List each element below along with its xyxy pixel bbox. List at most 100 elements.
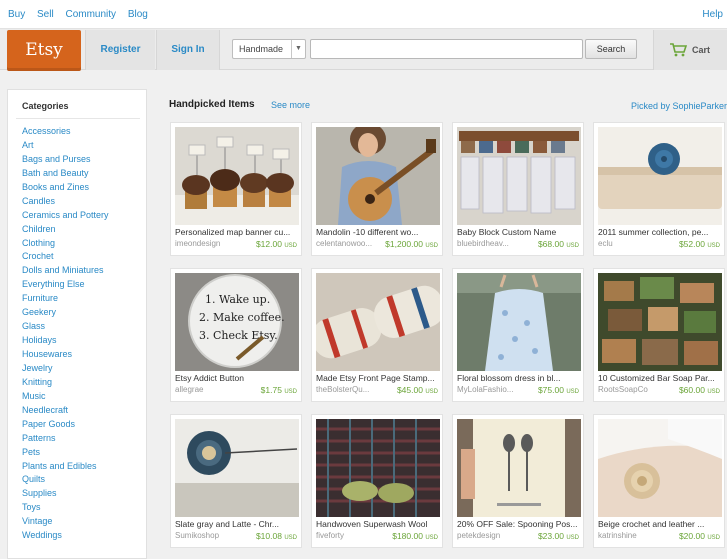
- item-card[interactable]: Mandolin -10 different wo... celentanowo…: [311, 122, 443, 256]
- item-card[interactable]: Handwoven Superwash Wool fiveforty $180.…: [311, 414, 443, 548]
- register-button[interactable]: Register: [85, 30, 155, 70]
- item-card[interactable]: Baby Block Custom Name bluebirdheav... $…: [452, 122, 584, 256]
- item-photo[interactable]: [316, 127, 440, 225]
- item-shop[interactable]: bluebirdheav...: [457, 239, 521, 248]
- item-photo[interactable]: 1. Wake up. 2. Make coffee. 3. Check Ets…: [175, 273, 299, 371]
- chevron-down-icon[interactable]: ▼: [291, 40, 305, 58]
- price-value: $20.00: [678, 531, 705, 541]
- item-photo[interactable]: [316, 273, 440, 371]
- item-shop[interactable]: eclu: [598, 239, 662, 248]
- etsy-logo[interactable]: Etsy: [7, 30, 81, 71]
- category-link[interactable]: Jewelry: [22, 363, 109, 377]
- item-photo[interactable]: [175, 127, 299, 225]
- item-shop[interactable]: theBolsterQu...: [316, 385, 380, 394]
- category-link[interactable]: Bags and Purses: [22, 154, 109, 168]
- item-card[interactable]: Slate gray and Latte - Chr... Sumikoshop…: [170, 414, 302, 548]
- category-select[interactable]: Handmade ▼: [232, 39, 306, 59]
- price-value: $12.00: [255, 239, 282, 249]
- nav-sell-link[interactable]: Sell: [37, 9, 54, 20]
- item-photo[interactable]: [598, 273, 722, 371]
- cart-button[interactable]: Cart: [653, 30, 727, 70]
- search-input[interactable]: [310, 39, 583, 59]
- item-title[interactable]: Personalized map banner cu...: [175, 227, 300, 237]
- category-link[interactable]: Patterns: [22, 433, 109, 447]
- item-card[interactable]: 2011 summer collection, pe... eclu $52.0…: [593, 122, 725, 256]
- category-link[interactable]: Crochet: [22, 251, 109, 265]
- item-price: $45.00 USD: [397, 385, 438, 395]
- item-title[interactable]: Made Etsy Front Page Stamp...: [316, 373, 441, 383]
- category-link[interactable]: Glass: [22, 321, 109, 335]
- category-link[interactable]: Vintage: [22, 516, 109, 530]
- item-card[interactable]: 20% OFF Sale: Spooning Pos... petekdesig…: [452, 414, 584, 548]
- category-link[interactable]: Clothing: [22, 238, 109, 252]
- item-shop[interactable]: allegrae: [175, 385, 239, 394]
- category-link[interactable]: Paper Goods: [22, 419, 109, 433]
- category-link[interactable]: Supplies: [22, 488, 109, 502]
- item-card[interactable]: Made Etsy Front Page Stamp... theBolster…: [311, 268, 443, 402]
- nav-buy-link[interactable]: Buy: [8, 9, 25, 20]
- item-title[interactable]: Baby Block Custom Name: [457, 227, 582, 237]
- item-title[interactable]: Handwoven Superwash Wool: [316, 519, 441, 529]
- item-card[interactable]: 1. Wake up. 2. Make coffee. 3. Check Ets…: [170, 268, 302, 402]
- item-shop[interactable]: katrinshine: [598, 531, 662, 540]
- item-title[interactable]: Floral blossom dress in bl...: [457, 373, 582, 383]
- nav-community-link[interactable]: Community: [65, 9, 116, 20]
- item-shop[interactable]: imeondesign: [175, 239, 239, 248]
- category-link[interactable]: Needlecraft: [22, 405, 109, 419]
- search-button[interactable]: Search: [585, 39, 637, 59]
- category-link[interactable]: Quilts: [22, 474, 109, 488]
- item-title[interactable]: 10 Customized Bar Soap Par...: [598, 373, 723, 383]
- picked-by-link[interactable]: Picked by SophieParker: [631, 101, 727, 111]
- help-link[interactable]: Help: [702, 9, 723, 20]
- category-link[interactable]: Holidays: [22, 335, 109, 349]
- category-link[interactable]: Art: [22, 140, 109, 154]
- category-link[interactable]: Dolls and Miniatures: [22, 265, 109, 279]
- item-photo[interactable]: [598, 419, 722, 517]
- category-link[interactable]: Books and Zines: [22, 182, 109, 196]
- item-photo[interactable]: [316, 419, 440, 517]
- currency-label: USD: [566, 243, 579, 249]
- category-link[interactable]: Weddings: [22, 530, 109, 544]
- nav-blog-link[interactable]: Blog: [128, 9, 148, 20]
- item-photo[interactable]: [175, 419, 299, 517]
- item-shop[interactable]: RootsSoapCo: [598, 385, 662, 394]
- item-title[interactable]: Mandolin -10 different wo...: [316, 227, 441, 237]
- category-link[interactable]: Candles: [22, 196, 109, 210]
- item-title[interactable]: 20% OFF Sale: Spooning Pos...: [457, 519, 582, 529]
- cart-icon: [670, 43, 687, 57]
- item-photo[interactable]: [457, 419, 581, 517]
- item-card[interactable]: 10 Customized Bar Soap Par... RootsSoapC…: [593, 268, 725, 402]
- item-photo[interactable]: [598, 127, 722, 225]
- item-title[interactable]: Etsy Addict Button: [175, 373, 300, 383]
- category-link[interactable]: Plants and Edibles: [22, 461, 109, 475]
- category-link[interactable]: Toys: [22, 502, 109, 516]
- item-card[interactable]: Personalized map banner cu... imeondesig…: [170, 122, 302, 256]
- item-photo[interactable]: [457, 273, 581, 371]
- item-photo[interactable]: [457, 127, 581, 225]
- category-link[interactable]: Knitting: [22, 377, 109, 391]
- item-title[interactable]: Slate gray and Latte - Chr...: [175, 519, 300, 529]
- sign-in-button[interactable]: Sign In: [156, 30, 220, 70]
- category-link[interactable]: Furniture: [22, 293, 109, 307]
- item-shop[interactable]: fiveforty: [316, 531, 380, 540]
- item-shop[interactable]: MyLolaFashio...: [457, 385, 521, 394]
- category-link[interactable]: Ceramics and Pottery: [22, 210, 109, 224]
- item-shop[interactable]: petekdesign: [457, 531, 521, 540]
- category-link[interactable]: Children: [22, 224, 109, 238]
- category-link[interactable]: Accessories: [22, 126, 109, 140]
- see-more-link[interactable]: See more: [271, 100, 310, 110]
- button-line-1: 1. Wake up.: [205, 293, 270, 306]
- category-link[interactable]: Housewares: [22, 349, 109, 363]
- item-card[interactable]: Floral blossom dress in bl... MyLolaFash…: [452, 268, 584, 402]
- item-title[interactable]: Beige crochet and leather ...: [598, 519, 723, 529]
- category-link[interactable]: Music: [22, 391, 109, 405]
- item-shop[interactable]: celentanowoo...: [316, 239, 380, 248]
- category-link[interactable]: Bath and Beauty: [22, 168, 109, 182]
- currency-label: USD: [566, 535, 579, 541]
- category-link[interactable]: Geekery: [22, 307, 109, 321]
- category-link[interactable]: Pets: [22, 447, 109, 461]
- category-link[interactable]: Everything Else: [22, 279, 109, 293]
- item-shop[interactable]: Sumikoshop: [175, 531, 239, 540]
- item-card[interactable]: Beige crochet and leather ... katrinshin…: [593, 414, 725, 548]
- item-title[interactable]: 2011 summer collection, pe...: [598, 227, 723, 237]
